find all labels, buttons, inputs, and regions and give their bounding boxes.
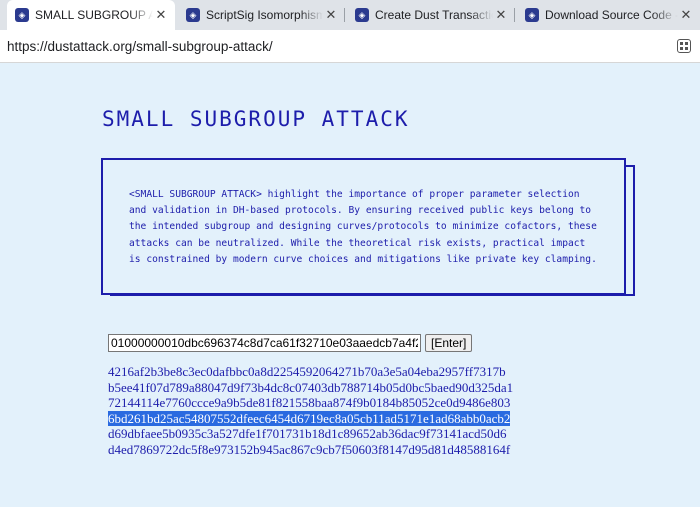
- enter-button[interactable]: [Enter]: [425, 334, 473, 352]
- description-text: <SMALL SUBGROUP ATTACK> highlight the im…: [129, 189, 597, 265]
- output-line: 4216af2b3be8c3ec0dafbbc0a8d2254592064271…: [108, 364, 506, 379]
- output-line: d4ed7869722dc5f8e973152b945ac867c9cb7f50…: [108, 441, 511, 457]
- output-line: d69dbfaee5b0935c3a527dfe1f701731b18d1c89…: [108, 426, 507, 442]
- page-title: SMALL SUBGROUP ATTACK: [102, 107, 410, 131]
- output-line: 72144114e7760ccce9a9b5de81f821558baa874f…: [108, 395, 511, 411]
- tab-create-dust-transaction[interactable]: ◈ Create Dust Transaction ✕: [347, 0, 515, 30]
- close-icon[interactable]: ✕: [493, 7, 509, 23]
- tab-title: SMALL SUBGROUP ATTACK: [35, 8, 153, 22]
- tab-title: Download Source Code -: [545, 8, 678, 22]
- address-bar[interactable]: https://dustattack.org/small-subgroup-at…: [0, 30, 700, 63]
- extensions-icon[interactable]: [677, 39, 691, 53]
- output-line: b5ee41f07d789a88047d9f73b4dc8c07403db788…: [108, 379, 514, 395]
- tab-small-subgroup-attack[interactable]: ◈ SMALL SUBGROUP ATTACK ✕: [7, 0, 175, 30]
- tab-scriptsig-isomorphism[interactable]: ◈ ScriptSig Isomorphism - ✕: [178, 0, 345, 30]
- output-line-selected: 6bd261bd25ac54807552dfeec6454d6719ec8a05…: [108, 410, 511, 427]
- url-text[interactable]: https://dustattack.org/small-subgroup-at…: [7, 39, 273, 54]
- tab-title: ScriptSig Isomorphism -: [206, 8, 323, 22]
- tab-title: Create Dust Transaction: [375, 8, 493, 22]
- close-icon[interactable]: ✕: [153, 7, 169, 23]
- hex-input[interactable]: [108, 334, 421, 352]
- site-favicon-icon: ◈: [186, 8, 200, 22]
- site-favicon-icon: ◈: [525, 8, 539, 22]
- tab-bar: ◈ SMALL SUBGROUP ATTACK ✕ ◈ ScriptSig Is…: [0, 0, 700, 30]
- site-favicon-icon: ◈: [15, 8, 29, 22]
- site-favicon-icon: ◈: [355, 8, 369, 22]
- tab-download-source-code[interactable]: ◈ Download Source Code - ✕: [517, 0, 700, 30]
- output-hex: 4216af2b3be8c3ec0dafbbc0a8d2254592064271…: [108, 364, 513, 458]
- description-box: <SMALL SUBGROUP ATTACK> highlight the im…: [101, 158, 626, 295]
- close-icon[interactable]: ✕: [323, 7, 339, 23]
- close-icon[interactable]: ✕: [678, 7, 694, 23]
